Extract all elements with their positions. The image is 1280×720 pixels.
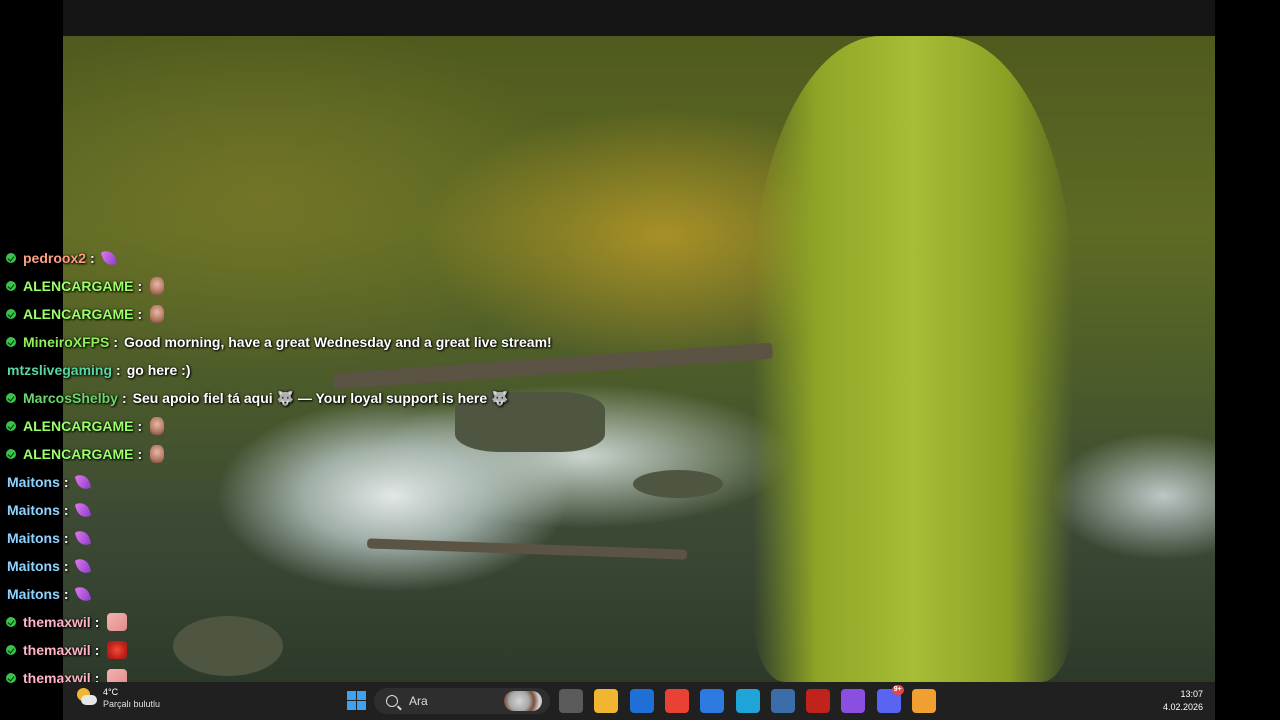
chat-separator: : <box>63 530 69 546</box>
verified-check-icon <box>6 645 16 655</box>
start-button[interactable] <box>345 689 369 713</box>
chat-username[interactable]: Maitons <box>7 526 60 550</box>
chat-message: Maitons: <box>0 580 620 608</box>
verified-check-icon <box>6 617 16 627</box>
purple-emote-icon <box>74 528 91 548</box>
chat-separator: : <box>94 614 100 630</box>
chat-username[interactable]: themaxwil <box>23 610 91 634</box>
chat-username[interactable]: MineiroXFPS <box>23 330 109 354</box>
chat-username[interactable]: Maitons <box>7 554 60 578</box>
colorful-app-icon[interactable] <box>912 689 936 713</box>
chat-message: Maitons: <box>0 468 620 496</box>
mail-icon[interactable] <box>629 689 654 713</box>
verified-check-icon <box>6 337 16 347</box>
chat-username[interactable]: MarcosShelby <box>23 386 118 410</box>
verified-check-icon <box>6 673 16 683</box>
partly-cloudy-icon <box>77 688 97 708</box>
purple-emote-icon <box>74 500 91 520</box>
search-highlight-image <box>504 691 542 711</box>
chat-separator: : <box>137 278 143 294</box>
taskbar: 4°C Parçalı bulutlu Ara 9+ 13:07 4.02.20… <box>63 682 1215 720</box>
river-rock <box>633 470 723 498</box>
purple-emote-icon <box>100 248 118 268</box>
store-icon[interactable] <box>700 689 725 713</box>
discord-icon[interactable]: 9+ <box>876 685 904 713</box>
weather-widget[interactable]: 4°C Parçalı bulutlu <box>77 686 160 710</box>
gem-app-icon[interactable] <box>841 689 866 713</box>
chrome-icon[interactable] <box>664 689 689 713</box>
clock-date: 4.02.2026 <box>1162 702 1203 712</box>
system-clock[interactable]: 13:07 4.02.2026 <box>1163 688 1203 714</box>
purple-emote-icon <box>74 472 91 492</box>
chat-username[interactable]: ALENCARGAME <box>23 302 133 326</box>
verified-check-icon <box>6 309 16 319</box>
chat-separator: : <box>63 558 69 574</box>
chat-message: Maitons: <box>0 496 620 524</box>
face-emote-icon <box>150 305 165 323</box>
chat-separator: : <box>63 502 69 518</box>
chat-separator: : <box>116 362 121 378</box>
chat-message: mtzslivegaming: go here :) <box>0 356 620 384</box>
purple-emote-icon <box>74 584 91 604</box>
task-view-icon[interactable] <box>559 689 583 713</box>
chat-message: Maitons: <box>0 524 620 552</box>
chat-username[interactable]: ALENCARGAME <box>23 414 133 438</box>
chat-username[interactable]: ALENCARGAME <box>23 274 133 298</box>
clock-time: 13:07 <box>1180 689 1203 699</box>
chat-overlay: pedroox2: ALENCARGAME: ALENCARGAME: Mineiro… <box>0 244 620 692</box>
chat-separator: : <box>121 390 127 406</box>
chat-message: ALENCARGAME: <box>0 440 620 468</box>
chat-separator: : <box>113 334 119 350</box>
window-top-bar <box>63 0 1215 36</box>
verified-check-icon <box>6 449 16 459</box>
chat-separator: : <box>137 418 143 434</box>
chat-username[interactable]: Maitons <box>7 582 60 606</box>
chat-message: MineiroXFPS: Good morning, have a great W… <box>0 328 620 356</box>
search-icon <box>386 695 398 707</box>
chat-separator: : <box>90 250 95 266</box>
record-app-icon[interactable] <box>806 689 831 713</box>
chat-separator: : <box>63 474 69 490</box>
notification-badge: 9+ <box>891 685 904 695</box>
chat-message: ALENCARGAME: <box>0 412 620 440</box>
verified-check-icon <box>6 421 16 431</box>
chat-message: themaxwil: <box>0 608 620 636</box>
chat-text: Good morning, have a great Wednesday and… <box>124 334 552 350</box>
face-emote-icon <box>150 417 165 435</box>
chat-username[interactable]: pedroox2 <box>23 246 86 270</box>
chat-text: Seu apoio fiel tá aqui 🐺 — Your loyal su… <box>132 390 509 406</box>
chat-message: ALENCARGAME: <box>0 272 620 300</box>
moss-tree-trunk <box>753 36 1073 682</box>
face-emote-icon <box>150 277 165 295</box>
verified-check-icon <box>6 393 16 403</box>
chat-username[interactable]: mtzslivegaming <box>7 358 112 382</box>
pink-emote-icon <box>107 613 128 631</box>
purple-emote-icon <box>74 556 91 576</box>
calculator-icon[interactable] <box>770 689 795 713</box>
search-placeholder: Ara <box>409 694 428 708</box>
weather-description: Parçalı bulutlu <box>103 699 161 709</box>
red-emote-icon <box>107 641 128 659</box>
chat-message: ALENCARGAME: <box>0 300 620 328</box>
chat-username[interactable]: ALENCARGAME <box>23 442 133 466</box>
taskbar-search[interactable]: Ara <box>374 688 550 714</box>
chat-text: go here :) <box>126 362 191 378</box>
chat-message: Maitons: <box>0 552 620 580</box>
chat-separator: : <box>94 642 100 658</box>
chat-separator: : <box>137 446 143 462</box>
chat-message: pedroox2: <box>0 244 620 272</box>
verified-check-icon <box>6 253 16 263</box>
chat-separator: : <box>137 306 143 322</box>
chat-message: themaxwil: <box>0 636 620 664</box>
verified-check-icon <box>6 281 16 291</box>
chat-username[interactable]: themaxwil <box>23 638 91 662</box>
chat-message: MarcosShelby: Seu apoio fiel tá aqui 🐺 — … <box>0 384 620 412</box>
chat-username[interactable]: Maitons <box>7 498 60 522</box>
file-explorer-icon[interactable] <box>594 689 619 713</box>
weather-temperature: 4°C <box>103 687 119 697</box>
chat-username[interactable]: Maitons <box>7 470 60 494</box>
chat-separator: : <box>63 586 69 602</box>
edge-icon[interactable] <box>735 689 760 713</box>
face-emote-icon <box>150 445 165 463</box>
